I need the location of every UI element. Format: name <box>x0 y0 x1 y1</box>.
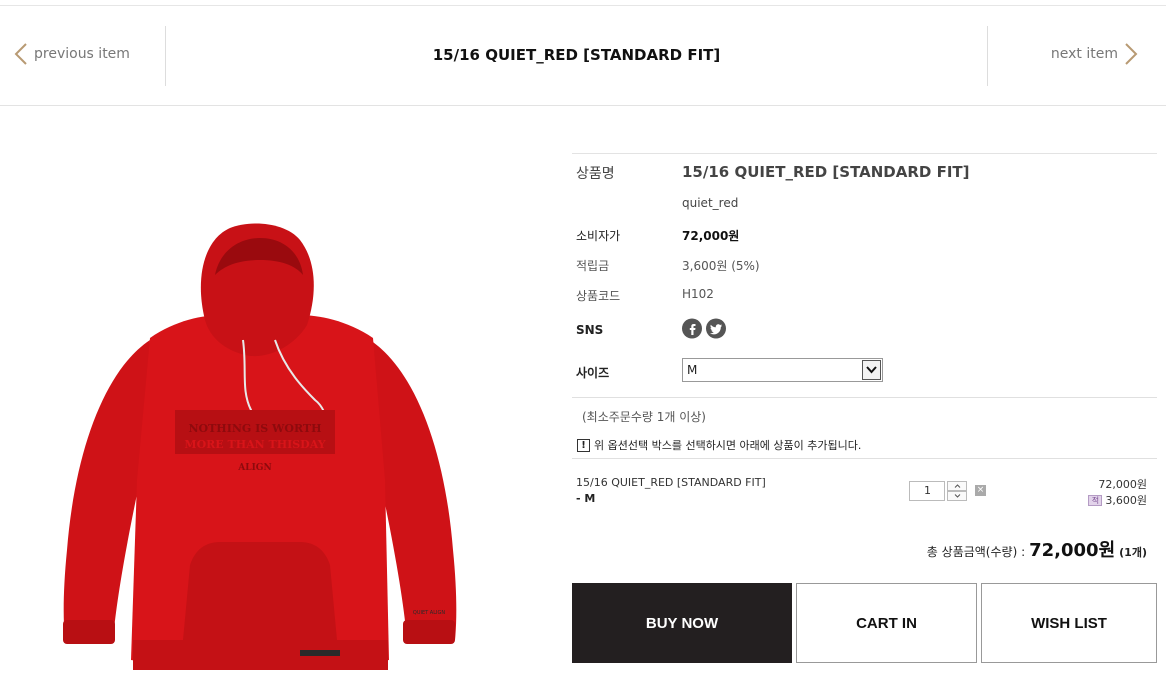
selected-option-size: - M <box>576 492 596 505</box>
product-code-label: 상품코드 <box>576 289 621 303</box>
print-line-1: NOTHING IS WORTH <box>188 422 321 435</box>
buy-now-button[interactable]: BUY NOW <box>572 583 792 663</box>
chevron-left-icon <box>14 43 27 65</box>
total-price: 총 상품금액(수량) : 72,000원 (1개) <box>927 536 1147 562</box>
sns-icons <box>682 318 728 342</box>
product-image[interactable]: NOTHING IS WORTH MORE THAN THISDAY ALIGN… <box>55 220 465 674</box>
close-icon[interactable]: × <box>975 485 986 496</box>
product-name: 15/16 QUIET_RED [STANDARD FIT] <box>682 163 970 181</box>
total-label: 총 상품금액(수량) : <box>926 545 1026 559</box>
selected-option-points-value: 3,600원 <box>1105 494 1147 507</box>
divider <box>572 153 1157 154</box>
total-amount: 72,000원 <box>1029 540 1116 561</box>
total-count: (1개) <box>1119 546 1147 559</box>
min-order-note: (최소주문수량 1개 이상) <box>582 410 706 424</box>
product-code: H102 <box>682 287 714 301</box>
quantity-up-button[interactable] <box>947 481 967 491</box>
product-info-panel: 상품명 15/16 QUIET_RED [STANDARD FIT] quiet… <box>572 153 1157 663</box>
facebook-icon[interactable] <box>682 318 702 339</box>
option-notice-text: 위 옵션선택 박스를 선택하시면 아래에 상품이 추가됩니다. <box>594 439 862 452</box>
points-value: 3,600원 (5%) <box>682 259 760 273</box>
selected-option-name: 15/16 QUIET_RED [STANDARD FIT] <box>576 476 766 489</box>
consumer-price-label: 소비자가 <box>576 229 621 243</box>
hoodie-illustration: NOTHING IS WORTH MORE THAN THISDAY ALIGN… <box>63 223 457 670</box>
print-brand: ALIGN <box>237 463 271 473</box>
product-name-label: 상품명 <box>576 166 615 182</box>
quantity-down-button[interactable] <box>947 491 967 501</box>
size-selected-value: M <box>687 363 698 377</box>
chevron-right-icon <box>1125 43 1138 65</box>
product-navigation: previous item 15/16 QUIET_RED [STANDARD … <box>0 6 1166 106</box>
chevron-down-icon[interactable] <box>862 360 881 380</box>
previous-item-label: previous item <box>34 46 130 62</box>
twitter-icon[interactable] <box>706 318 726 339</box>
wish-list-button[interactable]: WISH LIST <box>981 583 1157 663</box>
previous-item-link[interactable]: previous item <box>14 42 130 66</box>
quantity-input[interactable]: 1 <box>909 481 945 501</box>
points-icon: 적 <box>1088 494 1103 506</box>
cuff-print: QUIET ALIGN <box>413 610 445 616</box>
next-item-label: next item <box>1050 46 1118 62</box>
points-label: 적립금 <box>576 259 610 273</box>
cart-in-button[interactable]: CART IN <box>796 583 977 663</box>
sns-label: SNS <box>576 323 604 337</box>
page-title: 15/16 QUIET_RED [STANDARD FIT] <box>432 46 721 64</box>
selected-option-price: 72,000원 <box>1098 478 1147 491</box>
divider <box>572 458 1157 459</box>
next-item-link[interactable]: next item <box>1051 42 1138 66</box>
print-line-2: MORE THAN THISDAY <box>184 438 325 451</box>
size-label: 사이즈 <box>576 366 610 380</box>
size-select[interactable]: M <box>682 358 883 382</box>
product-subname: quiet_red <box>682 196 739 210</box>
alert-icon: ! <box>577 438 590 452</box>
consumer-price: 72,000원 <box>682 229 740 243</box>
option-notice: ! 위 옵션선택 박스를 선택하시면 아래에 상품이 추가됩니다. <box>577 437 861 453</box>
divider <box>572 397 1157 398</box>
nav-divider <box>987 26 988 86</box>
selected-option-points: 적 3,600원 <box>1088 492 1147 508</box>
